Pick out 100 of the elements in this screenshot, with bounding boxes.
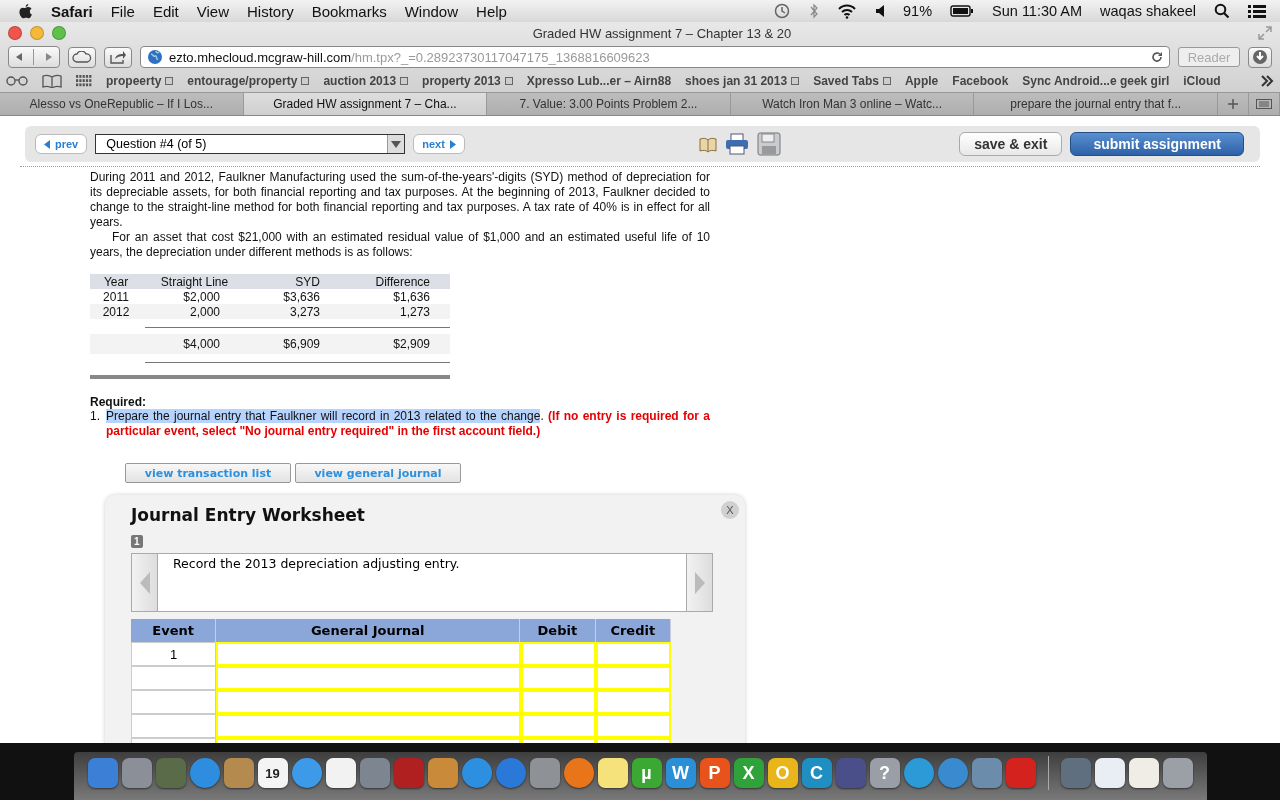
battery-icon[interactable] xyxy=(950,5,975,17)
table-cell-text: $2,000 xyxy=(182,289,220,304)
bookmark[interactable]: iCloud xyxy=(1183,74,1221,88)
debit-field[interactable] xyxy=(521,666,596,690)
column-header: Straight Line xyxy=(159,274,230,289)
credit-field[interactable] xyxy=(596,642,671,666)
problem-text: During 2011 and 2012, Faulkner Manufacturing used the sum-of-the-years'-digits (SYD) method of depreciation for its depreciable assets, for both financial reporting and tax purposes. At the beginning of 2013, Faulkner decided to change to the straight-line method for both financial reporting and tax purposes. A tax rate of 40% is in effect for all years. xyxy=(90,170,710,230)
problem-text: For an asset that cost $21,000 with an estimated residual value of $1,000 and an estimated useful life of 10 years, the depreciation under different methods is as follows: xyxy=(90,230,710,260)
back-forward-control[interactable] xyxy=(8,46,60,68)
search-icon[interactable] xyxy=(1214,3,1230,19)
credit-field[interactable] xyxy=(596,666,671,690)
right-triangle-icon xyxy=(448,139,456,149)
plus-icon xyxy=(1227,99,1238,109)
list-icon[interactable] xyxy=(1248,3,1266,19)
dropdown-arrow-icon xyxy=(391,140,402,148)
app-icon[interactable] xyxy=(325,758,356,788)
prev-button[interactable]: prev xyxy=(35,134,88,154)
share-icon xyxy=(109,50,127,64)
grid-icon[interactable] xyxy=(76,75,92,87)
left-arrow-icon xyxy=(139,571,150,594)
close-button[interactable]: X xyxy=(721,501,739,519)
debit-field[interactable] xyxy=(521,714,596,738)
speaker-icon[interactable] xyxy=(875,4,885,18)
minimize-button[interactable] xyxy=(30,26,44,40)
letter-icon[interactable]: W xyxy=(665,758,696,788)
letter-icon[interactable]: P xyxy=(699,758,730,788)
column-header: Year xyxy=(102,274,130,289)
close-button[interactable] xyxy=(8,26,22,40)
share-button[interactable] xyxy=(104,46,132,68)
save-icon[interactable] xyxy=(756,132,781,156)
required-heading: Required: xyxy=(90,395,147,409)
menu-item[interactable]: Help xyxy=(476,2,507,20)
next-button[interactable]: next xyxy=(413,134,465,154)
menu-item[interactable]: Window xyxy=(404,2,459,20)
letter-icon[interactable]: C xyxy=(801,758,832,788)
bookmark[interactable]: property 2013 xyxy=(422,74,513,88)
app-icon[interactable] xyxy=(597,758,628,788)
zoom-button[interactable] xyxy=(52,26,66,40)
chevron-icon[interactable] xyxy=(1260,75,1274,87)
new-tab-button[interactable] xyxy=(1217,93,1249,115)
calendar-icon[interactable]: 19 xyxy=(257,758,288,788)
browser-tab[interactable]: Alesso vs OneRepublic – If I Los... xyxy=(0,93,244,115)
menu-item[interactable]: File xyxy=(110,2,135,20)
bookmark[interactable]: Saved Tabs xyxy=(813,74,891,88)
book-icon[interactable] xyxy=(42,74,62,88)
browser-tab[interactable]: prepare the journal entry that f... xyxy=(974,93,1218,115)
window-title: Graded HW assignment 7 – Chapter 13 & 20 xyxy=(531,25,793,41)
account-field[interactable] xyxy=(216,666,521,690)
bookmark[interactable]: entourage/property xyxy=(187,74,310,88)
column-header: SYD xyxy=(294,274,320,289)
fullscreen-icon[interactable] xyxy=(1258,26,1272,40)
bookmark[interactable]: shoes jan 31 2013 xyxy=(685,74,800,88)
table-cell-text: 1,273 xyxy=(398,304,430,319)
user-name[interactable]: waqas shakeel xyxy=(1100,3,1196,19)
prompt-text: Record the 2013 depreciation adjusting entry. xyxy=(172,555,461,573)
address-field[interactable]: ezto.mhecloud.mcgraw-hill.com/hm.tpx?_=0.28923730117047175_1368816609623 xyxy=(140,46,1170,68)
wifi-icon[interactable] xyxy=(837,3,857,19)
download-button[interactable] xyxy=(1248,46,1272,68)
glasses-icon[interactable] xyxy=(6,76,28,86)
total-cell-text: $6,909 xyxy=(282,337,320,351)
bookmark[interactable]: Xpresso Lub...er – Airn88 xyxy=(526,74,672,88)
credit-field[interactable] xyxy=(596,714,671,738)
debit-field[interactable] xyxy=(521,690,596,714)
app-icon[interactable] xyxy=(1094,758,1125,788)
bluetooth-icon[interactable] xyxy=(809,3,819,19)
total-cell-text: $4,000 xyxy=(182,337,220,351)
clock-history-icon[interactable] xyxy=(773,2,791,20)
debit-field[interactable] xyxy=(521,642,596,666)
browser-tab[interactable]: Graded HW assignment 7 – Cha... xyxy=(243,93,488,115)
bookmark[interactable]: Sync Android...e geek girl xyxy=(1022,74,1170,88)
app-menu[interactable]: Safari xyxy=(51,2,93,20)
book-icon[interactable] xyxy=(698,135,717,153)
account-field[interactable] xyxy=(216,714,521,738)
printer-icon[interactable] xyxy=(724,133,749,155)
apple-icon[interactable] xyxy=(18,2,33,20)
browser-tab[interactable]: Watch Iron Man 3 online – Watc... xyxy=(730,93,975,115)
bookmark[interactable]: Facebook xyxy=(952,74,1009,88)
bookmark[interactable]: propeerty xyxy=(106,74,174,88)
item-number: 1. xyxy=(90,409,100,425)
save-exit-button[interactable]: save & exit xyxy=(959,132,1063,156)
tab-overview-button[interactable] xyxy=(1248,93,1280,115)
step-tab[interactable]: 1 xyxy=(131,535,143,548)
browser-tab[interactable]: 7. Value: 3.00 Points Problem 2... xyxy=(487,93,731,115)
credit-field[interactable] xyxy=(596,690,671,714)
menu-item[interactable]: Edit xyxy=(152,2,179,20)
tabs-icon xyxy=(1255,99,1272,109)
menu-item[interactable]: View xyxy=(196,2,229,20)
menu-item[interactable]: Bookmarks xyxy=(311,2,387,20)
account-field[interactable] xyxy=(216,690,521,714)
menu-clock[interactable]: Sun 11:30 AM xyxy=(992,3,1083,19)
reload-icon[interactable] xyxy=(1151,51,1163,63)
submit-button[interactable]: submit assignment xyxy=(1070,132,1244,156)
bookmark[interactable]: auction 2013 xyxy=(323,74,409,88)
bookmark[interactable]: Apple xyxy=(904,74,939,88)
question-select[interactable]: Question #4 (of 5) xyxy=(95,134,406,154)
menu-item[interactable]: History xyxy=(247,2,294,20)
previous-arrow-button[interactable] xyxy=(132,554,158,611)
cloud-button[interactable] xyxy=(68,46,96,68)
next-arrow-button[interactable] xyxy=(686,554,712,611)
account-field[interactable] xyxy=(216,642,521,666)
